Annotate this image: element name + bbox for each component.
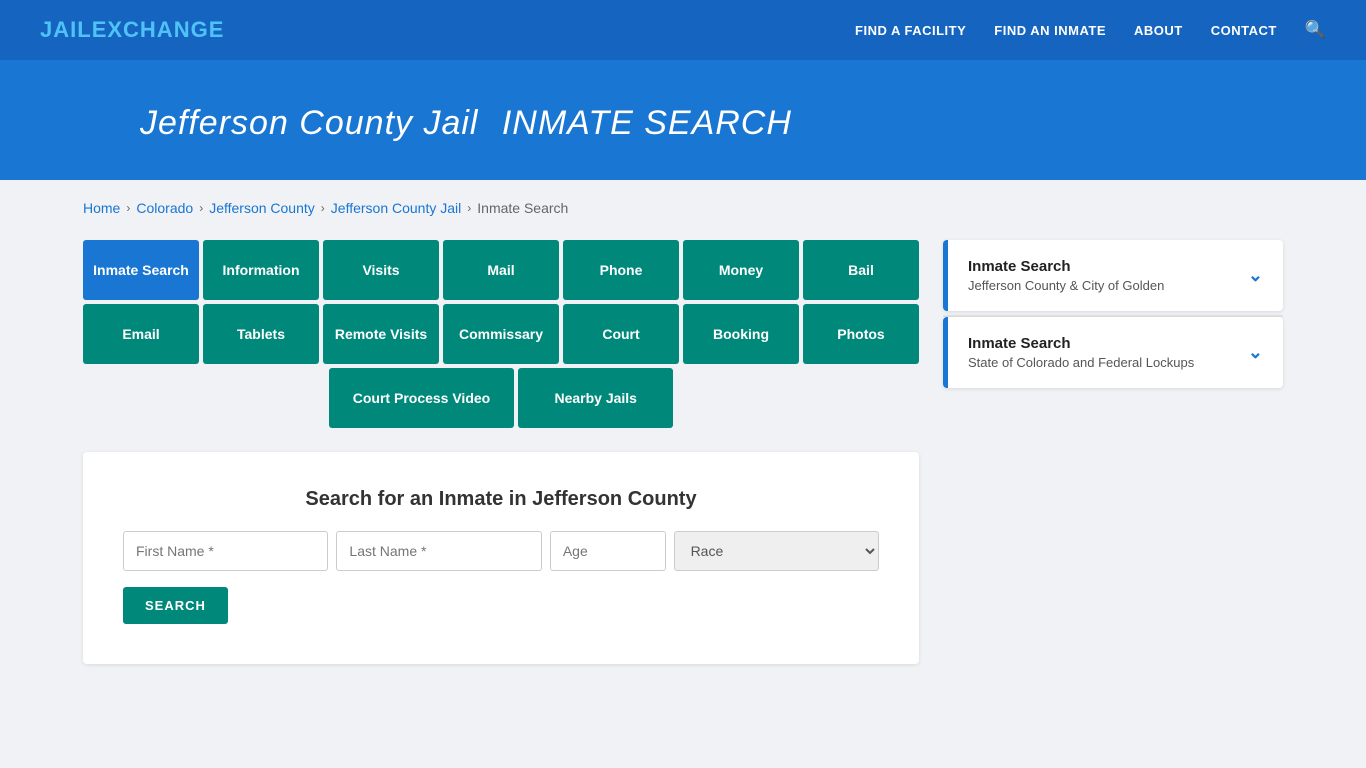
search-fields: Race White Black Hispanic Asian Native A… (123, 531, 879, 571)
nav-btn-money[interactable]: Money (683, 240, 799, 300)
sidebar-item-title-1: Inmate Search (968, 258, 1164, 275)
breadcrumb-sep-1: › (126, 201, 130, 215)
breadcrumb-home[interactable]: Home (83, 200, 120, 216)
sidebar-item-subtitle-2: State of Colorado and Federal Lockups (968, 355, 1194, 370)
nav-btn-nearby-jails[interactable]: Nearby Jails (518, 368, 673, 428)
nav-btn-tablets[interactable]: Tablets (203, 304, 319, 364)
sidebar-card-1: Inmate Search Jefferson County & City of… (943, 240, 1283, 311)
nav-btn-booking[interactable]: Booking (683, 304, 799, 364)
search-card-title: Search for an Inmate in Jefferson County (123, 488, 879, 511)
breadcrumb-current: Inmate Search (477, 200, 568, 216)
nav-btn-commissary[interactable]: Commissary (443, 304, 559, 364)
sidebar-card-2: Inmate Search State of Colorado and Fede… (943, 317, 1283, 388)
breadcrumb-jefferson-county-jail[interactable]: Jefferson County Jail (331, 200, 461, 216)
nav-btn-mail[interactable]: Mail (443, 240, 559, 300)
nav-btn-court-process-video[interactable]: Court Process Video (329, 368, 514, 428)
nav-contact[interactable]: CONTACT (1211, 23, 1277, 38)
logo: JAILEXCHANGE (40, 17, 224, 43)
breadcrumb-colorado[interactable]: Colorado (136, 200, 193, 216)
nav-row-3: Court Process Video Nearby Jails (83, 368, 919, 428)
first-name-input[interactable] (123, 531, 328, 571)
last-name-input[interactable] (336, 531, 541, 571)
nav-btn-phone[interactable]: Phone (563, 240, 679, 300)
logo-jail: JAIL (40, 17, 92, 42)
page-title-main: Jefferson County Jail (140, 104, 479, 142)
breadcrumb-jefferson-county[interactable]: Jefferson County (209, 200, 315, 216)
nav-buttons: Inmate Search Information Visits Mail Ph… (83, 240, 919, 428)
breadcrumb-sep-3: › (321, 201, 325, 215)
logo-exchange: EXCHANGE (92, 17, 225, 42)
sidebar-item-colorado[interactable]: Inmate Search State of Colorado and Fede… (943, 317, 1283, 388)
search-button[interactable]: SEARCH (123, 587, 228, 624)
sidebar-item-title-2: Inmate Search (968, 335, 1194, 352)
search-icon[interactable]: 🔍 (1305, 20, 1326, 40)
nav-find-inmate[interactable]: FIND AN INMATE (994, 23, 1106, 38)
nav-btn-information[interactable]: Information (203, 240, 319, 300)
sidebar-item-jefferson[interactable]: Inmate Search Jefferson County & City of… (943, 240, 1283, 311)
nav-btn-remote-visits[interactable]: Remote Visits (323, 304, 439, 364)
nav-find-facility[interactable]: FIND A FACILITY (855, 23, 966, 38)
breadcrumb-sep-4: › (467, 201, 471, 215)
nav-btn-bail[interactable]: Bail (803, 240, 919, 300)
hero-banner: Jefferson County Jail INMATE SEARCH (0, 60, 1366, 180)
page-title: Jefferson County Jail INMATE SEARCH (140, 96, 1326, 144)
nav-btn-court[interactable]: Court (563, 304, 679, 364)
breadcrumb: Home › Colorado › Jefferson County › Jef… (83, 200, 1283, 216)
chevron-down-icon-1: ⌄ (1248, 265, 1263, 286)
race-select[interactable]: Race White Black Hispanic Asian Native A… (674, 531, 879, 571)
right-column: Inmate Search Jefferson County & City of… (943, 240, 1283, 392)
header: JAILEXCHANGE FIND A FACILITY FIND AN INM… (0, 0, 1366, 60)
main-nav: FIND A FACILITY FIND AN INMATE ABOUT CON… (855, 20, 1326, 40)
chevron-down-icon-2: ⌄ (1248, 342, 1263, 363)
nav-row-2: Email Tablets Remote Visits Commissary C… (83, 304, 919, 364)
nav-btn-visits[interactable]: Visits (323, 240, 439, 300)
sidebar-item-subtitle-1: Jefferson County & City of Golden (968, 278, 1164, 293)
search-card: Search for an Inmate in Jefferson County… (83, 452, 919, 664)
left-column: Inmate Search Information Visits Mail Ph… (83, 240, 919, 664)
nav-about[interactable]: ABOUT (1134, 23, 1183, 38)
nav-btn-email[interactable]: Email (83, 304, 199, 364)
page-title-sub: INMATE SEARCH (502, 104, 792, 142)
nav-btn-photos[interactable]: Photos (803, 304, 919, 364)
nav-row-1: Inmate Search Information Visits Mail Ph… (83, 240, 919, 300)
breadcrumb-sep-2: › (199, 201, 203, 215)
age-input[interactable] (550, 531, 666, 571)
nav-btn-inmate-search[interactable]: Inmate Search (83, 240, 199, 300)
